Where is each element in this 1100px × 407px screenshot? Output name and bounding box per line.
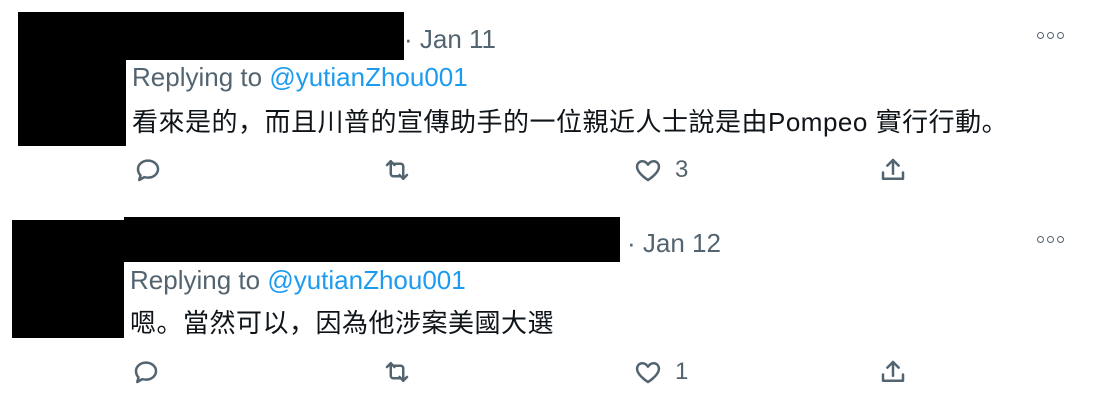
like-icon [635, 160, 661, 182]
tweet-text: 嗯。當然可以，因為他涉案美國大選 [130, 308, 555, 338]
reply-icon [136, 159, 160, 182]
tweet[interactable]: · Jan 12 Replying to @yutianZhou001 嗯。當然… [0, 207, 1100, 407]
share-button[interactable] [878, 352, 908, 392]
tweet-actions: 3 [0, 150, 1100, 190]
like-count: 3 [675, 156, 689, 183]
reply-button[interactable] [133, 150, 163, 190]
like-button[interactable]: 3 [633, 150, 688, 190]
redacted-author-name [124, 217, 620, 262]
replying-to: Replying to @yutianZhou001 [130, 265, 466, 296]
redacted-author-name [126, 12, 404, 60]
retweet-icon [385, 160, 409, 180]
share-icon [881, 158, 905, 180]
retweet-icon [385, 362, 409, 382]
like-button[interactable]: 1 [633, 352, 688, 392]
share-icon [881, 360, 905, 382]
replying-to: Replying to @yutianZhou001 [132, 62, 468, 93]
tweet-date[interactable]: · Jan 12 [627, 228, 721, 259]
reply-button[interactable] [131, 352, 161, 392]
redacted-avatar [12, 220, 124, 338]
tweet[interactable]: · Jan 11 Replying to @yutianZhou001 看來是的… [0, 0, 1100, 207]
more-icon[interactable] [1037, 236, 1064, 243]
redacted-avatar [18, 12, 126, 146]
like-count: 1 [675, 358, 689, 385]
replying-to-handle[interactable]: @yutianZhou001 [269, 62, 467, 92]
replying-to-handle[interactable]: @yutianZhou001 [267, 265, 465, 295]
retweet-button[interactable] [382, 150, 412, 190]
retweet-button[interactable] [382, 352, 412, 392]
reply-icon [134, 361, 158, 384]
tweet-actions: 1 [0, 352, 1100, 392]
share-button[interactable] [878, 150, 908, 190]
more-icon[interactable] [1037, 32, 1064, 39]
like-icon [635, 362, 661, 384]
tweet-date[interactable]: · Jan 11 [404, 24, 496, 55]
replying-to-label: Replying to [132, 62, 263, 92]
tweet-text: 看來是的，而且川普的宣傳助手的一位親近人士說是由Pompeo 實行行動。 [132, 107, 1009, 137]
replying-to-label: Replying to [130, 265, 261, 295]
